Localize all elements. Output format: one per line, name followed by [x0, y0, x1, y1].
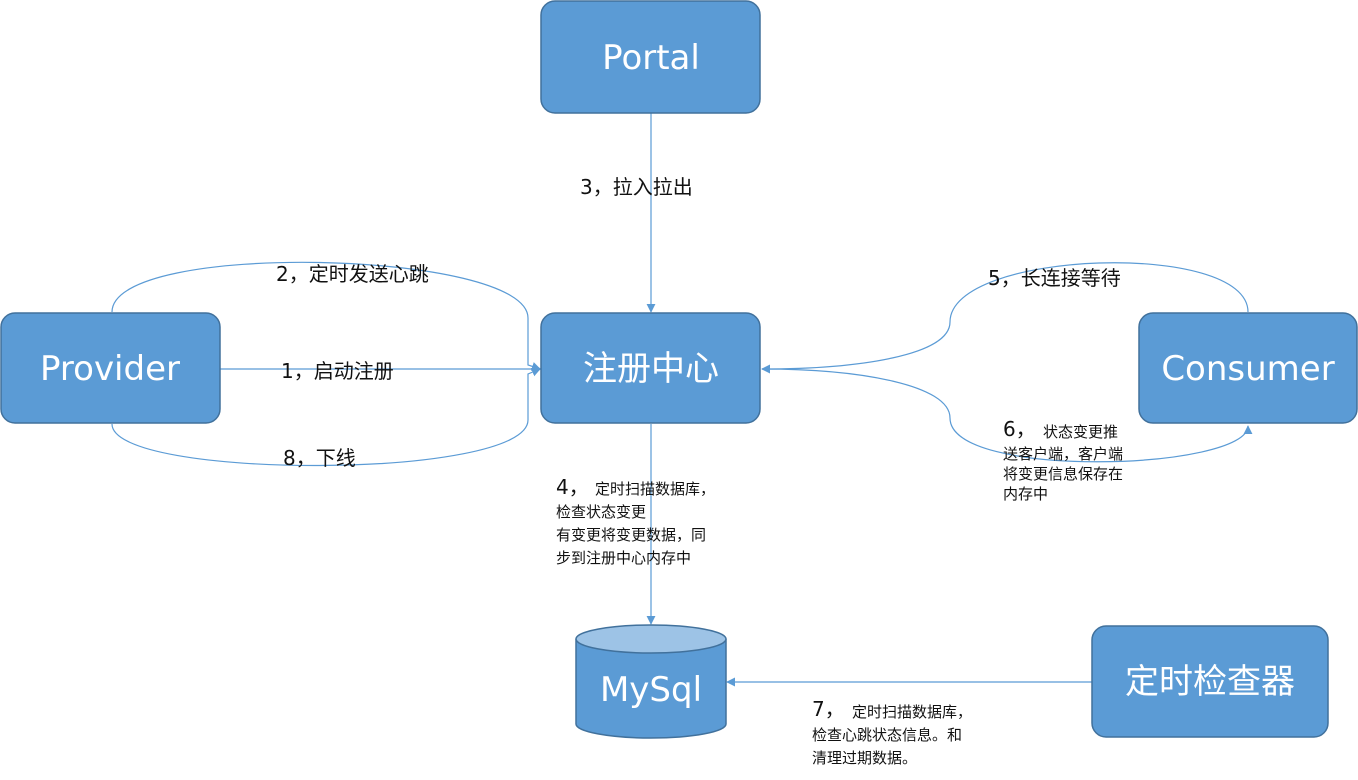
node-mysql-label: MySql: [600, 670, 702, 710]
node-mysql-database: MySql: [575, 624, 727, 739]
node-portal: Portal: [540, 0, 761, 114]
label-edge-7-line2: 检查心跳状态信息。和: [812, 726, 962, 744]
label-edge-4-line1: 定时扫描数据库，: [595, 480, 715, 498]
node-consumer-label: Consumer: [1161, 349, 1334, 389]
label-edge-7-number: 7，: [812, 697, 845, 721]
label-edge-2: 2，定时发送心跳: [276, 262, 429, 286]
node-checker-label: 定时检查器: [1125, 662, 1295, 702]
label-edge-6-line2: 送客户端，客户端: [1003, 445, 1123, 463]
label-edge-6-number: 6，: [1003, 417, 1036, 441]
label-edge-4-line4: 步到注册中心内存中: [556, 549, 691, 567]
label-edge-7: 7， 定时扫描数据库， 检查心跳状态信息。和 清理过期数据。: [812, 697, 972, 767]
node-provider-label: Provider: [40, 349, 180, 389]
label-edge-7-line3: 清理过期数据。: [812, 749, 917, 767]
label-edge-4-line3: 有变更将变更数据，同: [556, 526, 706, 544]
label-edge-4-line2: 检查状态变更: [556, 503, 646, 521]
node-portal-label: Portal: [602, 38, 700, 78]
label-edge-4-number: 4，: [556, 475, 589, 499]
node-consumer: Consumer: [1138, 312, 1358, 424]
node-registry: 注册中心: [540, 312, 761, 424]
label-edge-8: 8，下线: [283, 446, 356, 470]
label-edge-6-line4: 内存中: [1003, 485, 1048, 503]
label-edge-1: 1，启动注册: [281, 359, 394, 383]
label-edge-5: 5，长连接等待: [988, 266, 1121, 290]
label-edge-6: 6， 状态变更推 送客户端，客户端 将变更信息保存在 内存中: [1003, 417, 1123, 503]
label-edge-4: 4， 定时扫描数据库， 检查状态变更 有变更将变更数据，同 步到注册中心内存中: [556, 475, 715, 567]
label-edge-3: 3，拉入拉出: [580, 175, 693, 199]
label-edge-6-line1: 状态变更推: [1043, 423, 1118, 441]
label-edge-6-line3: 将变更信息保存在: [1003, 465, 1123, 483]
node-checker: 定时检查器: [1091, 625, 1329, 738]
label-edge-7-line1: 定时扫描数据库，: [852, 703, 972, 721]
node-provider: Provider: [0, 312, 221, 424]
architecture-diagram: Portal Provider 注册中心 Consumer MySql 定时检查…: [0, 0, 1358, 767]
node-registry-label: 注册中心: [583, 349, 719, 389]
